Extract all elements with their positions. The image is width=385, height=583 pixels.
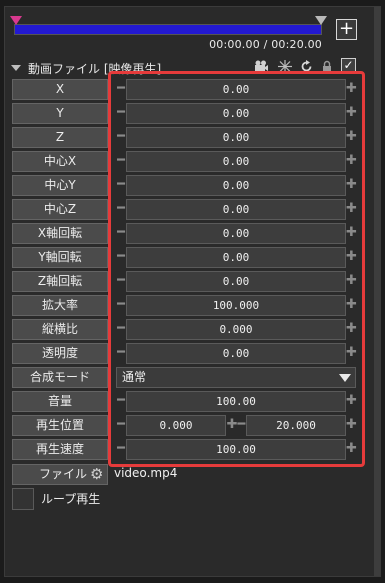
property-button[interactable]: Y軸回転 bbox=[12, 247, 108, 268]
highlight-box bbox=[108, 71, 365, 467]
property-button[interactable]: X bbox=[12, 79, 108, 100]
file-button-label: ファイル bbox=[39, 467, 88, 481]
play-position-button[interactable]: 再生位置 bbox=[12, 415, 108, 436]
property-button[interactable]: 中心Z bbox=[12, 199, 108, 220]
loop-label: ループ再生 bbox=[41, 492, 101, 506]
file-row: ファイル ⚙ video.mp4 bbox=[12, 464, 356, 485]
property-button[interactable]: Y bbox=[12, 103, 108, 124]
property-button[interactable]: Z軸回転 bbox=[12, 271, 108, 292]
add-button[interactable]: + bbox=[336, 19, 357, 40]
loop-row: ループ再生 bbox=[12, 488, 212, 510]
volume-button[interactable]: 音量 bbox=[12, 391, 108, 412]
property-button[interactable]: Z bbox=[12, 127, 108, 148]
start-marker-icon[interactable] bbox=[10, 16, 22, 25]
gear-icon[interactable]: ⚙ bbox=[90, 465, 103, 484]
property-button[interactable]: 拡大率 bbox=[12, 295, 108, 316]
file-name: video.mp4 bbox=[114, 466, 178, 480]
property-button[interactable]: X軸回転 bbox=[12, 223, 108, 244]
property-button[interactable]: 中心X bbox=[12, 151, 108, 172]
timeline-time: 00:00.00 / 00:20.00 bbox=[209, 38, 322, 51]
file-button[interactable]: ファイル ⚙ bbox=[12, 464, 108, 485]
timeline-track[interactable] bbox=[14, 24, 322, 35]
property-button[interactable]: 透明度 bbox=[12, 343, 108, 364]
scrollbar[interactable] bbox=[374, 7, 380, 576]
end-marker-icon[interactable] bbox=[315, 16, 327, 25]
property-button[interactable]: 縦横比 bbox=[12, 319, 108, 340]
blend-mode-button[interactable]: 合成モード bbox=[12, 367, 108, 388]
loop-checkbox[interactable] bbox=[12, 488, 34, 510]
collapse-icon[interactable] bbox=[11, 65, 21, 71]
play-speed-button[interactable]: 再生速度 bbox=[12, 439, 108, 460]
timeline[interactable]: 00:00.00 / 00:20.00 bbox=[10, 16, 328, 54]
property-button[interactable]: 中心Y bbox=[12, 175, 108, 196]
